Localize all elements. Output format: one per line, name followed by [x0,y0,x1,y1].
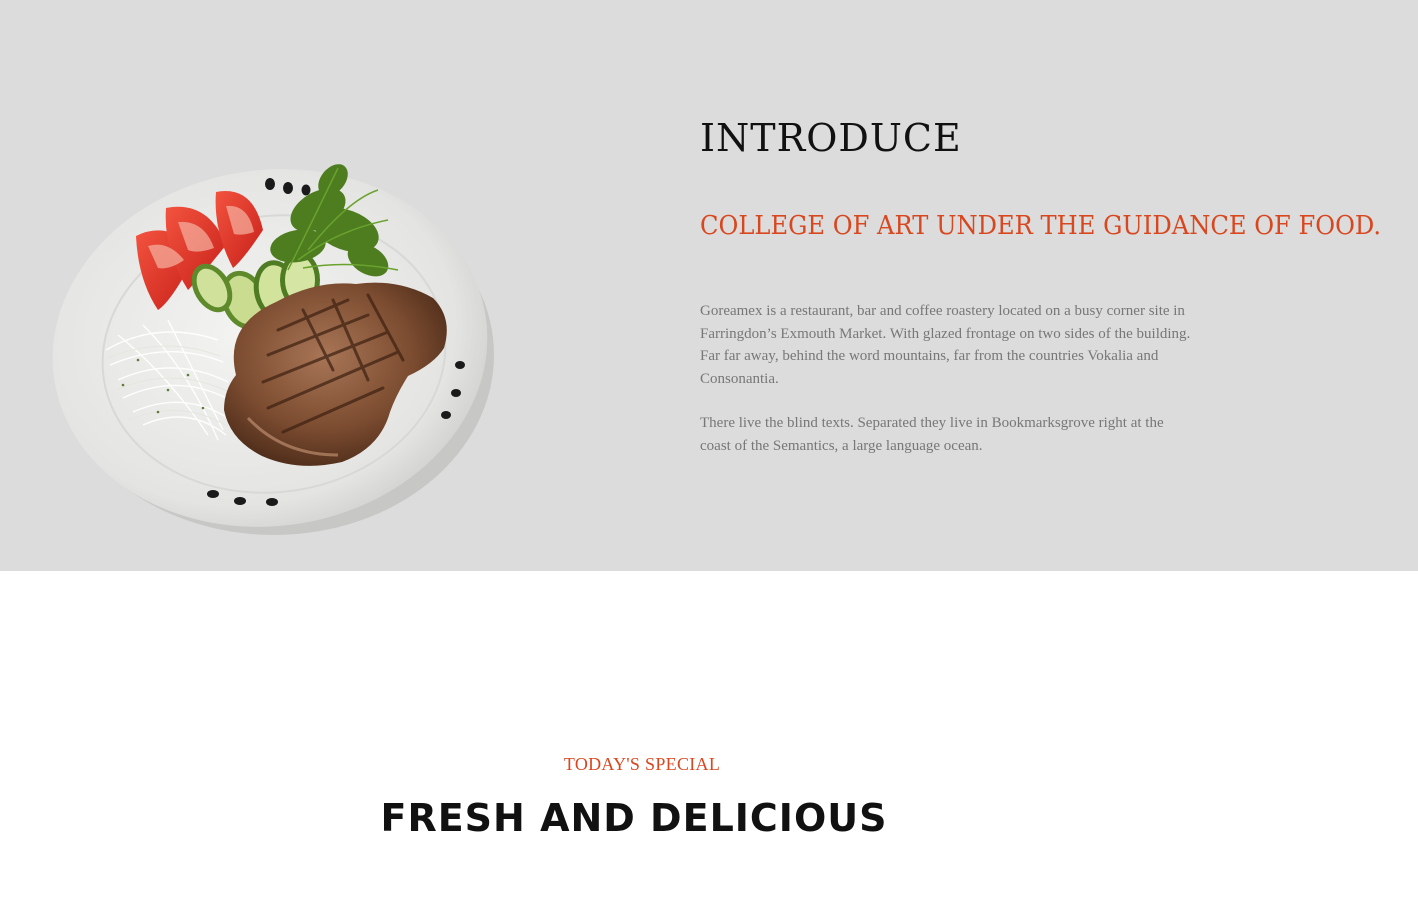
section-title: INTRODUCE [700,116,962,160]
section-subtitle: COLLEGE OF ART UNDER THE GUIDANCE OF FOO… [700,211,1382,241]
intro-paragraph: There live the blind texts. Separated th… [700,415,1164,454]
intro-description: Goreamex is a restaurant, bar and coffee… [700,300,1196,457]
intro-paragraph: Goreamex is a restaurant, bar and coffee… [700,303,1191,387]
steak-plate-image [48,150,498,540]
special-title: FRESH AND DELICIOUS [380,796,888,840]
introduce-section: INTRODUCE COLLEGE OF ART UNDER THE GUIDA… [0,0,1418,571]
special-kicker: TODAY'S SPECIAL [563,754,721,774]
